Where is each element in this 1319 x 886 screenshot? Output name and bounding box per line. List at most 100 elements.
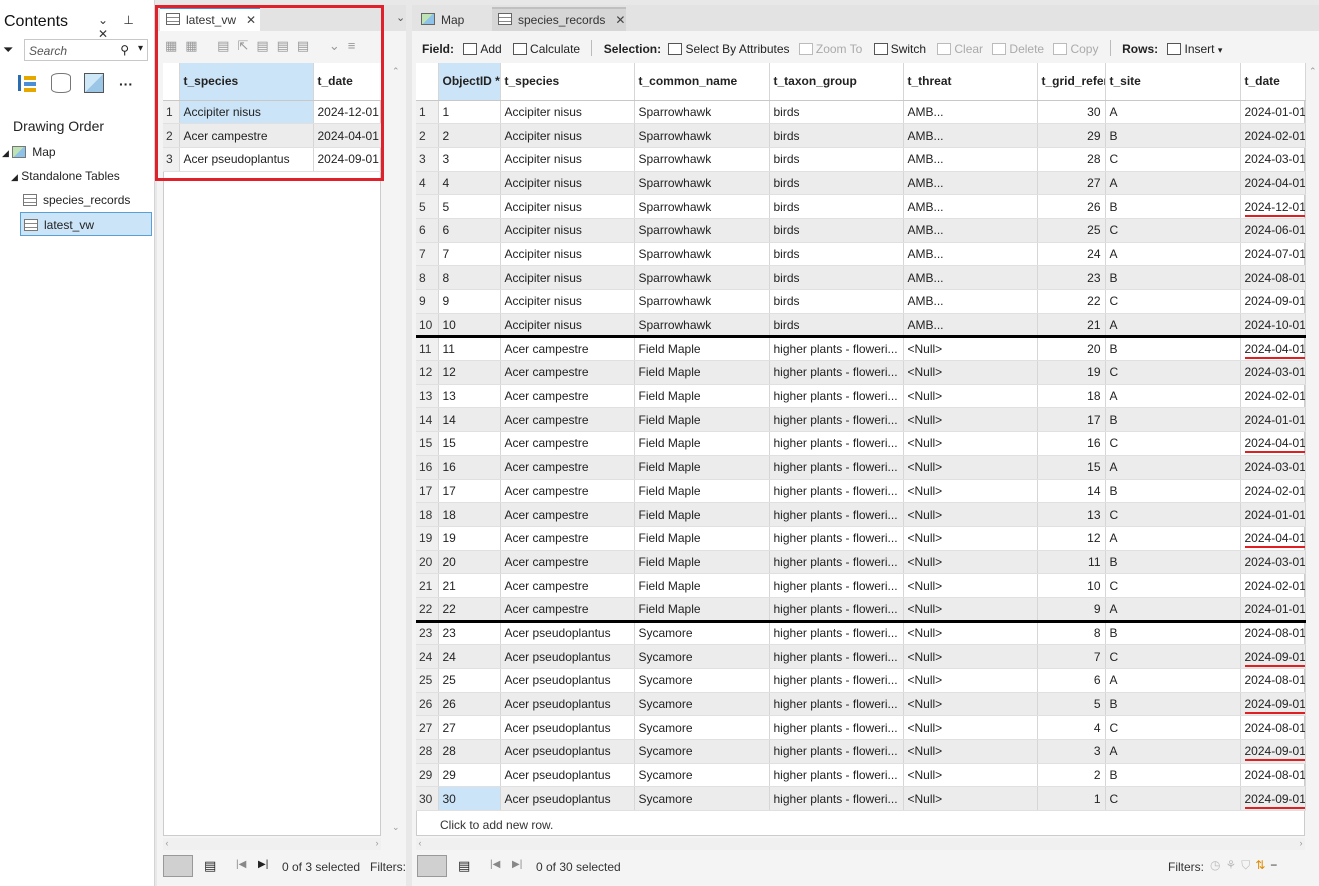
table-cell[interactable]: 2024-02-01 — [1240, 384, 1306, 409]
filter-buttons[interactable]: ◷⚘⛉⇅− — [1210, 858, 1282, 873]
add-field-button[interactable]: Add — [463, 42, 502, 56]
table-cell[interactable]: 30 — [1037, 100, 1106, 125]
table-cell[interactable]: 2024-09-01 — [1240, 644, 1306, 669]
table-cell[interactable]: 4 — [1037, 715, 1106, 741]
table-cell[interactable]: AMB... — [903, 242, 1038, 267]
table-cell[interactable]: Field Maple — [634, 335, 770, 362]
table-cell[interactable]: C — [1105, 218, 1241, 243]
row-number[interactable]: 10 — [416, 313, 439, 338]
table-cell[interactable]: C — [1105, 715, 1241, 741]
table-cell[interactable]: 17 — [1037, 407, 1106, 433]
table-cell[interactable]: higher plants - floweri... — [769, 502, 904, 527]
table-cell[interactable]: higher plants - floweri... — [769, 455, 904, 480]
table-cell[interactable]: <Null> — [903, 597, 1038, 622]
first-row-icon[interactable]: |◀ — [490, 859, 500, 870]
table-cell[interactable]: birds — [769, 218, 904, 243]
table-cell[interactable]: <Null> — [903, 692, 1038, 717]
table-cell[interactable]: higher plants - floweri... — [769, 335, 904, 362]
table-row[interactable]: 26 26 Acer pseudoplantus Sycamore higher pla… — [416, 692, 1306, 717]
filter-icon[interactable]: ⏷ — [3, 42, 13, 58]
table-cell[interactable]: <Null> — [903, 407, 1038, 433]
table-cell[interactable]: Accipiter nisus — [500, 218, 635, 243]
row-number[interactable]: 22 — [416, 597, 439, 622]
tree-item-species-records[interactable]: species_records — [23, 193, 130, 207]
row-number[interactable]: 1 — [416, 100, 439, 125]
table-cell[interactable]: <Null> — [903, 668, 1038, 693]
table-cell[interactable]: 2024-02-01 — [1240, 573, 1306, 598]
table-row[interactable]: 3 3 Accipiter nisus Sparrowhawk birds AMB... 2… — [416, 147, 1306, 172]
table-cell[interactable]: AMB... — [903, 313, 1038, 338]
table-cell[interactable]: <Null> — [903, 360, 1038, 385]
left-scroll-down-icon[interactable]: ⌄ — [392, 822, 400, 833]
column-header-objectid[interactable]: ObjectID * — [438, 63, 501, 101]
table-cell[interactable]: Sparrowhawk — [634, 265, 770, 290]
table-cell[interactable]: 6 — [1037, 668, 1106, 693]
table-cell[interactable]: <Null> — [903, 619, 1038, 646]
table-cell[interactable]: 2024-09-01 — [1240, 692, 1306, 717]
table-cell[interactable]: Sycamore — [634, 786, 770, 812]
table-cell[interactable]: AMB... — [903, 171, 1038, 196]
table-cell[interactable]: Acer campestre — [500, 431, 635, 456]
column-header-t-grid-refer[interactable]: t_grid_refer — [1037, 63, 1106, 101]
table-cell[interactable]: 12 — [1037, 526, 1106, 551]
table-cell[interactable]: birds — [769, 100, 904, 125]
row-number[interactable]: 29 — [416, 763, 439, 788]
row-number[interactable]: 19 — [416, 526, 439, 551]
table-cell[interactable]: higher plants - floweri... — [769, 715, 904, 741]
first-row-icon[interactable]: |◀ — [236, 859, 246, 870]
table-cell[interactable]: Acer campestre — [500, 335, 635, 362]
table-cell[interactable]: A — [1105, 100, 1241, 125]
table-cell[interactable]: 16 — [438, 455, 501, 480]
table-row[interactable]: 15 15 Acer campestre Field Maple higher plan… — [416, 431, 1306, 456]
table-cell[interactable]: Acer pseudoplantus — [500, 739, 635, 764]
table-cell[interactable]: 17 — [438, 479, 501, 504]
table-cell[interactable]: 28 — [1037, 147, 1106, 172]
table-cell[interactable]: B — [1105, 335, 1241, 362]
tree-item-map[interactable]: ◢ Map — [2, 145, 56, 159]
table-cell[interactable]: Acer campestre — [500, 597, 635, 622]
table-cell[interactable]: A — [1105, 242, 1241, 267]
column-header-t-taxon-group[interactable]: t_taxon_group — [769, 63, 904, 101]
left-scroll-up-icon[interactable]: ⌃ — [392, 66, 400, 77]
table-cell[interactable]: A — [1105, 313, 1241, 338]
table-cell[interactable]: AMB... — [903, 100, 1038, 125]
zoom-to-button[interactable]: Zoom To — [798, 42, 862, 56]
table-cell[interactable]: Acer campestre — [500, 573, 635, 598]
table-cell[interactable]: C — [1105, 644, 1241, 669]
table-cell[interactable]: 2024-01-01 — [1240, 100, 1306, 125]
table-cell[interactable]: <Null> — [903, 786, 1038, 812]
row-number[interactable]: 4 — [416, 171, 439, 196]
table-cell[interactable]: higher plants - floweri... — [769, 431, 904, 456]
table-cell[interactable]: 20 — [438, 550, 501, 575]
table-cell[interactable]: AMB... — [903, 289, 1038, 314]
table-row[interactable]: 6 6 Accipiter nisus Sparrowhawk birds AMB... 2… — [416, 218, 1306, 243]
row-number[interactable]: 24 — [416, 644, 439, 669]
table-row[interactable]: 17 17 Acer campestre Field Maple higher plan… — [416, 479, 1306, 504]
table-row[interactable]: 20 20 Acer campestre Field Maple higher plan… — [416, 550, 1306, 575]
table-cell[interactable]: 1 — [438, 100, 501, 125]
table-cell[interactable]: <Null> — [903, 644, 1038, 669]
table-cell[interactable]: 16 — [1037, 431, 1106, 456]
left-horizontal-scrollbar[interactable]: ‹ › — [163, 838, 381, 850]
tab-map[interactable]: Map — [415, 7, 483, 31]
row-number[interactable]: 6 — [416, 218, 439, 243]
row-number[interactable]: 17 — [416, 479, 439, 504]
table-row[interactable]: 18 18 Acer campestre Field Maple higher plan… — [416, 502, 1306, 527]
table-cell[interactable]: 2024-02-01 — [1240, 479, 1306, 504]
main-horizontal-scrollbar[interactable]: ‹ › — [416, 838, 1305, 850]
switch-button[interactable]: Switch — [873, 42, 926, 56]
table-cell[interactable]: 2024-07-01 — [1240, 242, 1306, 267]
table-cell[interactable]: Field Maple — [634, 407, 770, 433]
table-cell[interactable]: C — [1105, 360, 1241, 385]
select-by-attributes-button[interactable]: Select By Attributes — [668, 42, 790, 56]
collapse-icon[interactable]: ◢ — [11, 172, 18, 182]
table-cell[interactable]: Field Maple — [634, 597, 770, 622]
table-cell[interactable]: 2024-01-01 — [1240, 407, 1306, 433]
contents-search-input[interactable]: Search ⚲ ▾ — [24, 39, 148, 61]
table-cell[interactable]: Sparrowhawk — [634, 242, 770, 267]
table-cell[interactable]: Acer campestre — [500, 526, 635, 551]
row-number[interactable]: 7 — [416, 242, 439, 267]
table-cell[interactable]: 11 — [1037, 550, 1106, 575]
contents-window-buttons[interactable]: ⌄ ⊥ ✕ — [98, 13, 154, 41]
table-cell[interactable]: B — [1105, 619, 1241, 646]
